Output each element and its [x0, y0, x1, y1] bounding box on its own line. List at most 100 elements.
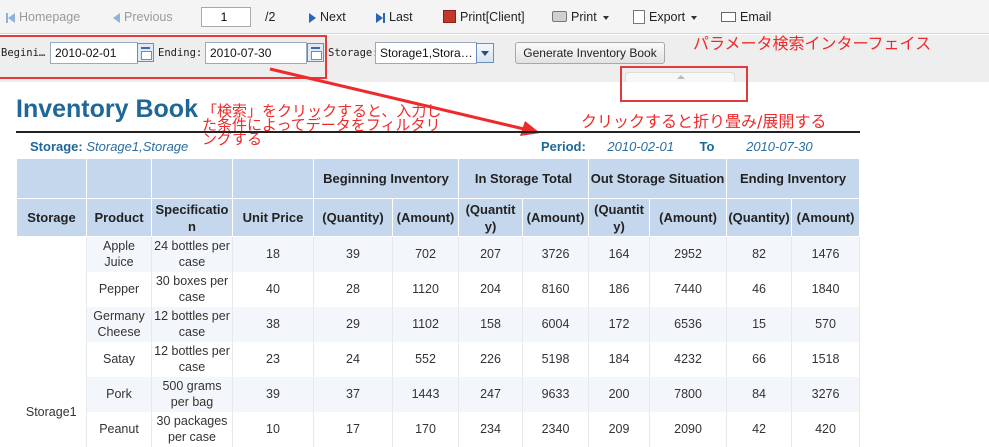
cell-specification: 24 bottles per case: [151, 236, 233, 272]
cell-product: Pepper: [86, 271, 152, 307]
cell-specification: 30 boxes per case: [151, 271, 233, 307]
header-product: Product: [86, 198, 152, 237]
cell-specification: 500 grams per bag: [151, 376, 233, 412]
header-row-groups: Beginning Inventory In Storage Total Out…: [16, 158, 861, 199]
cell-ending-amount: 420: [791, 411, 861, 447]
header-in-amount: (Amount): [522, 198, 590, 237]
cell-out-quantity: 209: [588, 411, 651, 447]
cell-ending-quantity: 15: [726, 306, 793, 342]
cell-in-quantity: 247: [458, 376, 524, 412]
cell-out-quantity: 200: [588, 376, 651, 412]
header-beginning-inventory: Beginning Inventory: [312, 158, 460, 199]
cell-out-amount: 2090: [649, 411, 728, 447]
cell-ending-amount: 1476: [791, 236, 861, 272]
header-ending-quantity: (Quantity): [726, 198, 793, 237]
report-title: Inventory Book: [16, 95, 198, 123]
cell-specification: 12 bottles per case: [151, 341, 233, 377]
cell-ending-amount: 3276: [791, 376, 861, 412]
header-ending-inventory: Ending Inventory: [726, 158, 861, 199]
cell-beginning-quantity: 24: [313, 341, 393, 377]
cell-in-quantity: 158: [458, 306, 524, 342]
cell-unit-price: 40: [232, 271, 314, 307]
header-blank: [16, 158, 87, 199]
cell-out-amount: 6536: [649, 306, 728, 342]
cell-product: Satay: [86, 341, 152, 377]
cell-ending-amount: 1518: [791, 341, 861, 377]
period-to: 2010-07-30: [746, 139, 813, 154]
title-divider: [16, 131, 860, 133]
cell-unit-price: 23: [232, 341, 314, 377]
header-storage: Storage: [16, 198, 87, 237]
cell-out-amount: 2952: [649, 236, 728, 272]
cell-ending-quantity: 84: [726, 376, 793, 412]
cell-out-quantity: 172: [588, 306, 651, 342]
storage-info-value: Storage1,Storage: [86, 139, 189, 154]
cell-ending-quantity: 66: [726, 341, 793, 377]
storage-info-label: Storage:: [30, 139, 83, 154]
header-out-storage-situation: Out Storage Situation: [588, 158, 728, 199]
header-beginning-quantity: (Quantity): [313, 198, 393, 237]
cell-beginning-amount: 552: [392, 341, 460, 377]
header-unit-price: Unit Price: [232, 198, 314, 237]
table-row: Pork 500 grams per bag 39 37 1443 247 96…: [17, 376, 861, 412]
cell-beginning-quantity: 37: [313, 376, 393, 412]
header-in-quantity: (Quantity): [458, 198, 524, 237]
table-row: Peanut 30 packages per case 10 17 170 23…: [17, 411, 861, 447]
storage-info: Storage: Storage1,Storage: [30, 139, 188, 154]
cell-out-quantity: 186: [588, 271, 651, 307]
cell-product: Pork: [86, 376, 152, 412]
cell-out-quantity: 184: [588, 341, 651, 377]
header-in-storage-total: In Storage Total: [458, 158, 590, 199]
cell-ending-amount: 570: [791, 306, 861, 342]
table-row: Storage1 Apple Juice 24 bottles per case…: [16, 236, 861, 447]
cell-in-quantity: 207: [458, 236, 524, 272]
header-out-amount: (Amount): [649, 198, 728, 237]
cell-out-quantity: 164: [588, 236, 651, 272]
cell-unit-price: 10: [232, 411, 314, 447]
header-beginning-amount: (Amount): [391, 198, 460, 237]
header-blank: [232, 158, 314, 199]
cell-unit-price: 18: [232, 236, 314, 272]
cell-ending-amount: 1840: [791, 271, 861, 307]
cell-beginning-amount: 1120: [392, 271, 460, 307]
header-ending-amount: (Amount): [791, 198, 861, 237]
cell-product: Peanut: [86, 411, 152, 447]
cell-out-amount: 7440: [649, 271, 728, 307]
cell-beginning-quantity: 28: [313, 271, 393, 307]
cell-beginning-amount: 702: [392, 236, 460, 272]
cell-in-amount: 5198: [522, 341, 590, 377]
header-row-columns: Storage Product Specification Unit Price…: [16, 198, 861, 237]
header-blank: [151, 158, 233, 199]
cell-ending-quantity: 82: [726, 236, 793, 272]
cell-unit-price: 38: [232, 306, 314, 342]
cell-beginning-amount: 1443: [392, 376, 460, 412]
header-blank: [86, 158, 152, 199]
cell-out-amount: 4232: [649, 341, 728, 377]
cell-beginning-amount: 170: [392, 411, 460, 447]
period-from: 2010-02-01: [607, 139, 674, 154]
period-label: Period:: [541, 139, 586, 154]
header-out-quantity: (Quantity): [588, 198, 651, 237]
inventory-table: Beginning Inventory In Storage Total Out…: [16, 158, 861, 447]
cell-beginning-quantity: 39: [313, 236, 393, 272]
cell-product: Apple Juice: [86, 236, 152, 272]
cell-specification: 30 packages per case: [151, 411, 233, 447]
cell-in-amount: 2340: [522, 411, 590, 447]
table-row: Pepper 30 boxes per case 40 28 1120 204 …: [17, 271, 861, 307]
cell-in-amount: 3726: [522, 236, 590, 272]
storage-group-cell: Storage1: [16, 236, 87, 447]
period-info: Period: 2010-02-01 To 2010-07-30: [541, 139, 813, 154]
cell-ending-quantity: 42: [726, 411, 793, 447]
cell-in-amount: 9633: [522, 376, 590, 412]
cell-in-amount: 6004: [522, 306, 590, 342]
table-row: Satay 12 bottles per case 23 24 552 226 …: [17, 341, 861, 377]
cell-ending-quantity: 46: [726, 271, 793, 307]
cell-product: Germany Cheese: [86, 306, 152, 342]
table-row: Germany Cheese 12 bottles per case 38 29…: [17, 306, 861, 342]
cell-in-quantity: 204: [458, 271, 524, 307]
cell-in-quantity: 226: [458, 341, 524, 377]
period-to-label: To: [699, 139, 715, 154]
cell-unit-price: 39: [232, 376, 314, 412]
cell-in-quantity: 234: [458, 411, 524, 447]
cell-out-amount: 7800: [649, 376, 728, 412]
